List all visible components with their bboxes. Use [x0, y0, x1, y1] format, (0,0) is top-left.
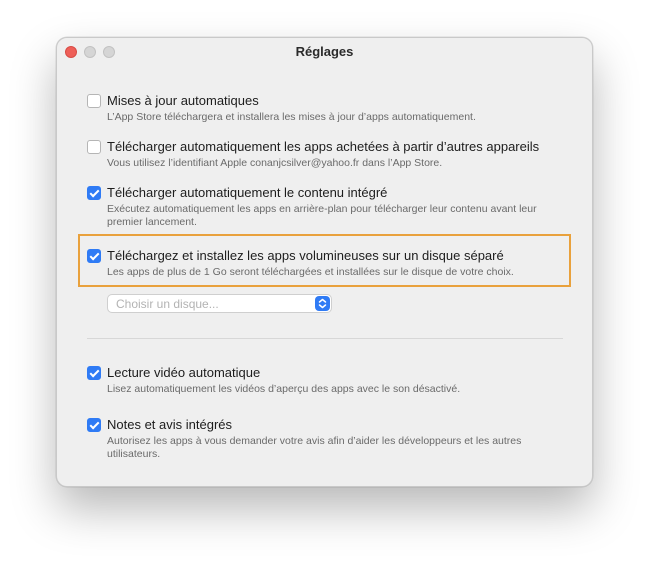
- section-divider: [87, 338, 563, 339]
- option-description: L’App Store téléchargera et installera l…: [107, 111, 476, 123]
- option-label[interactable]: Téléchargez et installez les apps volumi…: [107, 248, 504, 263]
- option-label[interactable]: Lecture vidéo automatique: [107, 365, 260, 380]
- disk-select-placeholder: Choisir un disque...: [116, 297, 219, 311]
- option-label[interactable]: Mises à jour automatiques: [107, 93, 259, 108]
- settings-window: Réglages Mises à jour automatiques L’App…: [56, 37, 593, 487]
- disk-select-popup[interactable]: Choisir un disque...: [107, 294, 332, 313]
- option-description: Les apps de plus de 1 Go seront téléchar…: [107, 266, 514, 278]
- window-title: Réglages: [295, 44, 354, 59]
- option-label[interactable]: Télécharger automatiquement les apps ach…: [107, 139, 539, 154]
- option-label[interactable]: Notes et avis intégrés: [107, 417, 232, 432]
- automatic-updates-checkbox[interactable]: [87, 94, 101, 108]
- separate-disk-checkbox[interactable]: [87, 249, 101, 263]
- autoplay-video-checkbox[interactable]: [87, 366, 101, 380]
- updown-chevron-icon: [315, 296, 330, 311]
- option-description: Exécutez automatiquement les apps en arr…: [107, 203, 537, 228]
- title-bar: Réglages: [57, 38, 592, 66]
- auto-download-purchased-checkbox[interactable]: [87, 140, 101, 154]
- option-label[interactable]: Télécharger automatiquement le contenu i…: [107, 185, 387, 200]
- in-app-ratings-checkbox[interactable]: [87, 418, 101, 432]
- auto-download-content-checkbox[interactable]: [87, 186, 101, 200]
- option-description: Autorisez les apps à vous demander votre…: [107, 435, 522, 460]
- option-description: Vous utilisez l’identifiant Apple conanj…: [107, 157, 443, 169]
- option-description: Lisez automatiquement les vidéos d’aperç…: [107, 383, 461, 395]
